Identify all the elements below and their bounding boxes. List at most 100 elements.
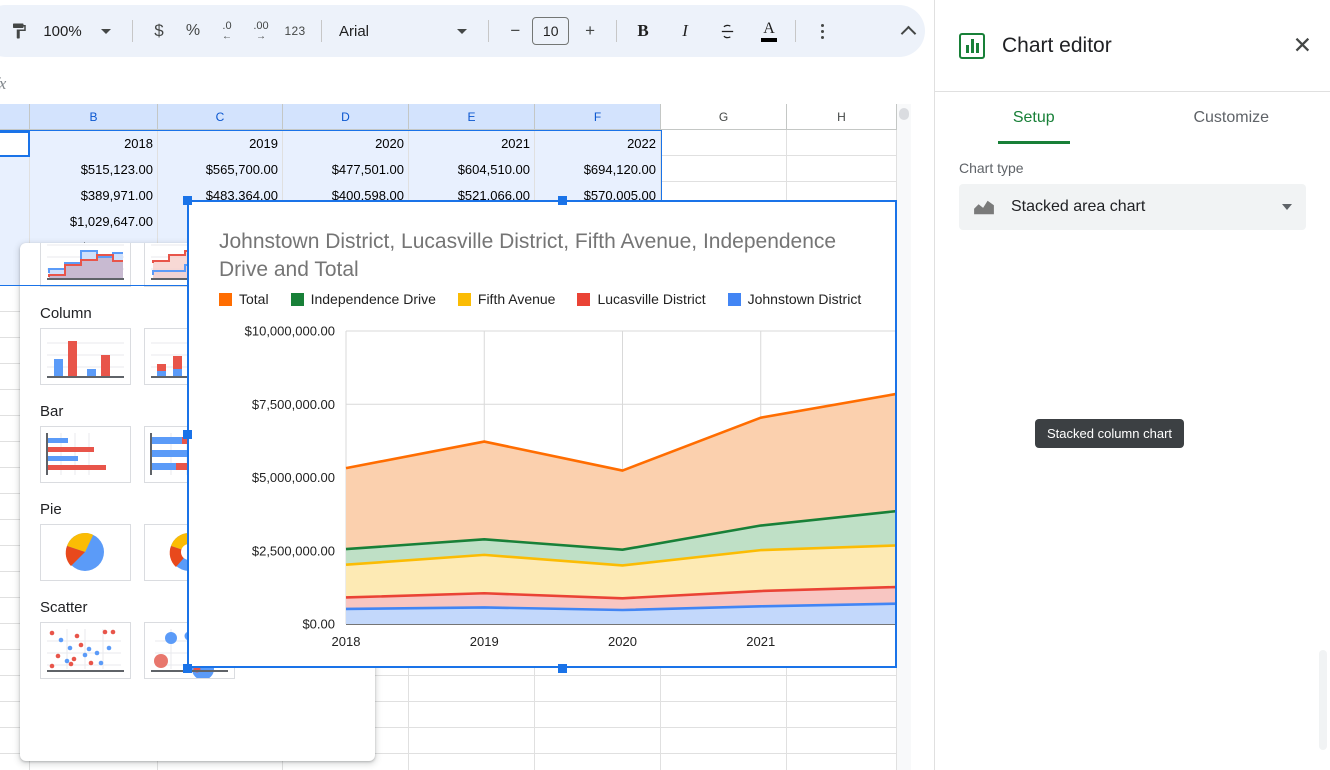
column-header-b[interactable]: B: [30, 104, 158, 130]
chart-handle-bottom-center[interactable]: [558, 664, 567, 673]
table-row[interactable]: 2018 2019 2020 2021 2022: [0, 130, 897, 156]
chart-handle-bottom-left[interactable]: [183, 664, 192, 673]
y-axis-tick-label: $10,000,000.00: [245, 324, 335, 339]
table-cell[interactable]: [661, 156, 787, 182]
chart-handle-middle-left[interactable]: [183, 430, 192, 439]
column-header-f[interactable]: F: [535, 104, 661, 130]
table-cell[interactable]: 2018: [30, 130, 158, 156]
legend-swatch-icon: [727, 292, 741, 306]
table-cell[interactable]: 2019: [158, 130, 283, 156]
font-size-input[interactable]: 10: [532, 17, 570, 45]
table-cell[interactable]: 2021: [409, 130, 535, 156]
chart-handle-top-left[interactable]: [183, 196, 192, 205]
font-dropdown-icon[interactable]: [445, 14, 479, 48]
sheet-vertical-scrollbar[interactable]: [897, 104, 911, 770]
decrease-decimal-button[interactable]: .0 ←: [210, 14, 244, 48]
column-header-e[interactable]: E: [409, 104, 535, 130]
table-cell[interactable]: [787, 702, 897, 728]
chart-type-column-chart[interactable]: [40, 328, 131, 385]
toolbar-divider-3: [488, 20, 490, 42]
chart-handle-top-center[interactable]: [558, 196, 567, 205]
corner-header[interactable]: [0, 104, 30, 130]
formula-bar[interactable]: fx: [0, 64, 935, 104]
table-cell[interactable]: [661, 130, 787, 156]
sheet-scrollbar-thumb[interactable]: [899, 108, 909, 120]
panel-scrollbar-thumb[interactable]: [1319, 650, 1327, 750]
table-cell[interactable]: [787, 130, 897, 156]
table-cell[interactable]: 2020: [283, 130, 409, 156]
table-cell[interactable]: [535, 676, 661, 702]
chart-type-stacked-area-chart[interactable]: [40, 243, 131, 287]
table-cell[interactable]: $1,029,647.00: [30, 208, 158, 234]
table-cell[interactable]: [787, 156, 897, 182]
table-cell[interactable]: [409, 676, 535, 702]
strikethrough-button[interactable]: [710, 14, 744, 48]
chart-type-bar-chart[interactable]: [40, 426, 131, 483]
table-cell[interactable]: [787, 728, 897, 754]
fx-icon: fx: [0, 74, 6, 94]
table-cell[interactable]: $389,971.00: [30, 182, 158, 208]
table-cell[interactable]: 2022: [535, 130, 661, 156]
chart-type-pie-chart[interactable]: [40, 524, 131, 581]
paint-format-icon[interactable]: [2, 14, 36, 48]
italic-button[interactable]: I: [668, 14, 702, 48]
legend-item: Independence Drive: [290, 291, 436, 307]
increase-decimal-button[interactable]: .00 →: [244, 14, 278, 48]
percent-format-button[interactable]: %: [176, 14, 210, 48]
column-header-d[interactable]: D: [283, 104, 409, 130]
table-cell[interactable]: [535, 728, 661, 754]
table-cell[interactable]: $477,501.00: [283, 156, 409, 182]
table-cell[interactable]: [787, 676, 897, 702]
tab-customize[interactable]: Customize: [1133, 92, 1330, 144]
table-cell[interactable]: [409, 754, 535, 770]
table-cell[interactable]: [535, 702, 661, 728]
row-label-cell[interactable]: [0, 208, 30, 234]
column-header-c[interactable]: C: [158, 104, 283, 130]
text-color-button[interactable]: A: [752, 14, 786, 48]
tab-setup[interactable]: Setup: [935, 92, 1133, 144]
table-cell[interactable]: [409, 702, 535, 728]
legend-item: Total: [219, 291, 269, 307]
table-cell[interactable]: $694,120.00: [535, 156, 661, 182]
bold-button[interactable]: B: [626, 14, 660, 48]
chart-type-scatter-chart[interactable]: [40, 622, 131, 679]
table-cell[interactable]: [661, 702, 787, 728]
toolbar-divider-2: [321, 20, 322, 42]
chart-svg: $0.00 $2,500,000.00 $5,000,000.00 $7,500,00…: [245, 324, 896, 649]
chart-type-value: Stacked area chart: [1011, 198, 1146, 215]
legend-label: Lucasville District: [597, 291, 706, 307]
zoom-dropdown-icon[interactable]: [89, 14, 123, 48]
zoom-value[interactable]: 100%: [36, 14, 89, 48]
column-header-h[interactable]: H: [787, 104, 897, 130]
legend-label: Johnstown District: [747, 291, 862, 307]
row-label-cell[interactable]: istric: [0, 156, 30, 182]
column-header-g[interactable]: G: [661, 104, 787, 130]
table-cell[interactable]: [535, 754, 661, 770]
chart-type-select[interactable]: Stacked area chart: [959, 184, 1306, 230]
active-cell[interactable]: [0, 131, 30, 157]
number-format-button[interactable]: 123: [278, 14, 312, 48]
x-axis-tick-label: 2018: [332, 634, 361, 649]
toolbar-region: 100% $ % .0 ← .00 → 123 Arial − 10 + B I…: [0, 0, 935, 64]
x-axis-tick-label: 2020: [608, 634, 637, 649]
currency-format-button[interactable]: $: [142, 14, 176, 48]
table-cell[interactable]: [409, 728, 535, 754]
table-cell[interactable]: $604,510.00: [409, 156, 535, 182]
chart-object[interactable]: Johnstown District, Lucasville District,…: [187, 200, 897, 668]
chart-legend: Total Independence Drive Fifth Avenue Lucas…: [219, 291, 883, 307]
decrease-font-size-button[interactable]: −: [498, 14, 532, 48]
table-row[interactable]: istric$515,123.00$565,700.00$477,501.00$…: [0, 156, 897, 182]
table-cell[interactable]: [661, 728, 787, 754]
table-cell[interactable]: [661, 754, 787, 770]
font-name-select[interactable]: Arial: [331, 14, 445, 48]
table-cell[interactable]: $565,700.00: [158, 156, 283, 182]
table-cell[interactable]: [787, 754, 897, 770]
more-options-icon[interactable]: [805, 14, 839, 48]
row-label-cell[interactable]: stric: [0, 182, 30, 208]
close-icon[interactable]: ✕: [1293, 34, 1312, 57]
increase-font-size-button[interactable]: +: [573, 14, 607, 48]
chevron-down-icon[interactable]: [1282, 204, 1292, 210]
table-cell[interactable]: $515,123.00: [30, 156, 158, 182]
collapse-toolbar-icon[interactable]: [891, 14, 925, 48]
table-cell[interactable]: [661, 676, 787, 702]
